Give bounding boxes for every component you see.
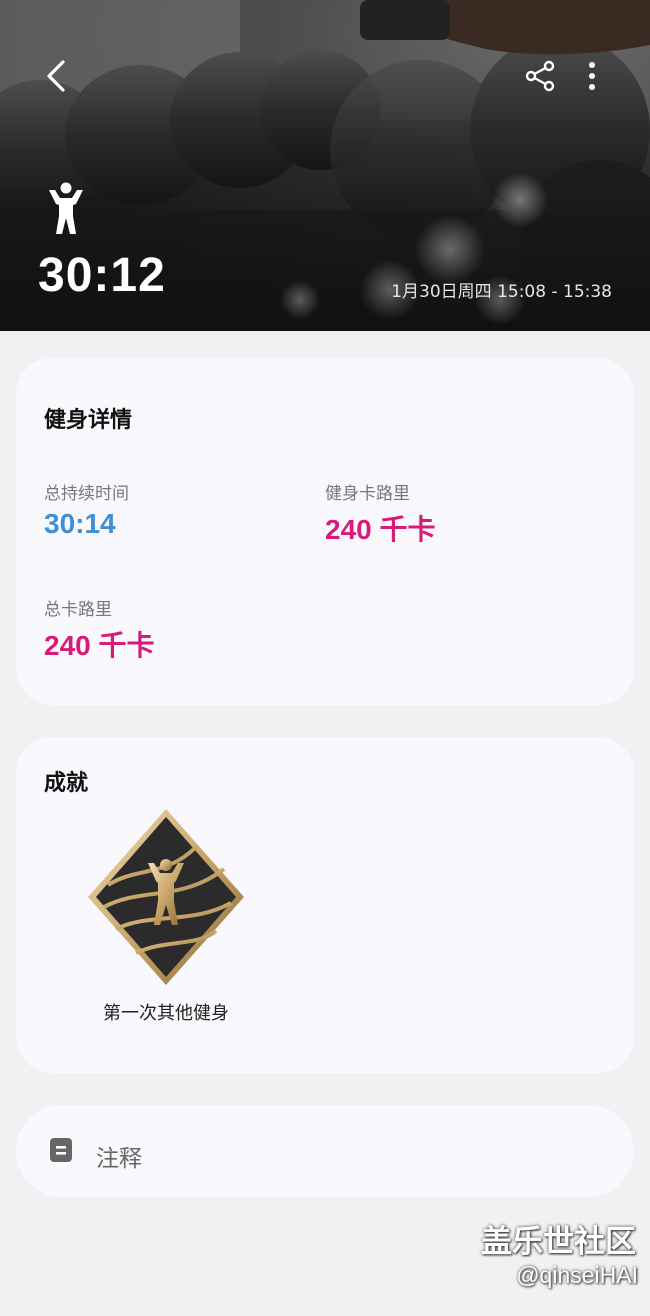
share-icon[interactable]: [522, 58, 558, 94]
first-workout-badge-icon[interactable]: [86, 807, 246, 987]
hero-banner: 30:12 1月30日周四 15:08 - 15:38: [0, 0, 650, 331]
workout-calories-value: 240 千卡: [325, 514, 436, 545]
workout-details-card: 健身详情 总持续时间 30:14 健身卡路里 240 千卡 总卡路里 240 千…: [16, 358, 634, 705]
watermark-title: 盖乐世社区: [481, 1224, 636, 1260]
note-icon: [50, 1138, 72, 1162]
notes-placeholder: 注释: [96, 1146, 142, 1172]
total-duration-value: 30:14: [44, 508, 116, 539]
achievements-card: 成就 第一次其他健身: [16, 737, 634, 1073]
workout-duration: 30:12: [38, 249, 166, 302]
notes-field[interactable]: 注释: [16, 1105, 634, 1197]
watermark-handle: @qinseiHAI: [516, 1262, 638, 1288]
more-vertical-icon[interactable]: [578, 58, 606, 94]
total-duration-label: 总持续时间: [44, 484, 129, 504]
card-title: 成就: [44, 771, 89, 796]
total-calories-value: 240 千卡: [44, 630, 155, 661]
badge-label: 第一次其他健身: [103, 1003, 229, 1024]
workout-calories-label: 健身卡路里: [325, 484, 410, 504]
weightlifting-person-icon: [49, 182, 83, 234]
card-title: 健身详情: [44, 408, 133, 433]
back-button[interactable]: [36, 56, 76, 96]
workout-date-range: 1月30日周四 15:08 - 15:38: [391, 282, 612, 302]
chevron-left-icon: [47, 60, 65, 92]
total-calories-label: 总卡路里: [44, 600, 112, 620]
